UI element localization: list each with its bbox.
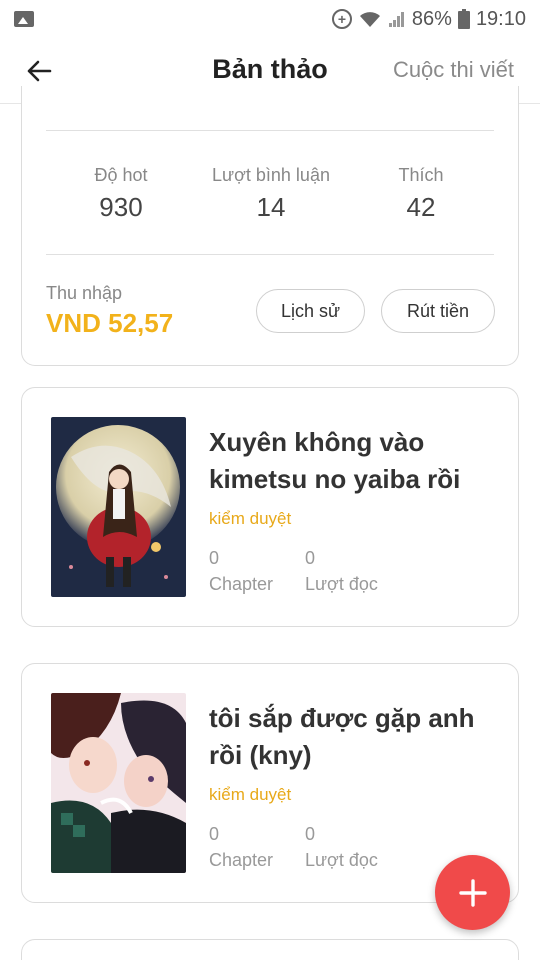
comments-value: 14 — [256, 192, 286, 222]
withdraw-button[interactable]: Rút tiền — [381, 289, 495, 333]
hot-stat: Độ hot 930 — [41, 165, 201, 223]
story-card[interactable]: Xuyên không vào kimetsu no yaiba rồi kiể… — [21, 387, 519, 627]
stats-card: Độ hot 930 Lượt bình luận 14 Thích 42 Th… — [21, 86, 519, 366]
wifi-icon — [358, 10, 382, 28]
likes-label: Thích — [398, 165, 444, 185]
divider — [46, 254, 494, 255]
chapter-label: Chapter — [209, 850, 274, 870]
add-story-button[interactable] — [435, 855, 510, 930]
story-status: kiểm duyệt — [209, 785, 292, 804]
story-cover — [51, 417, 186, 597]
income-value: VND 52,57 — [46, 308, 174, 338]
likes-stat: Thích 42 — [341, 165, 501, 223]
read-value: 0 — [305, 548, 316, 568]
status-bar: + 86% 19:10 — [0, 0, 540, 38]
signal-icon — [388, 10, 406, 28]
hot-label: Độ hot — [94, 165, 148, 185]
story-title[interactable]: tôi sắp được gặp anh rồi (kny) — [209, 700, 499, 774]
battery-percent: 86% — [411, 7, 452, 30]
read-value: 0 — [305, 824, 316, 844]
divider — [46, 130, 494, 131]
story-cover — [51, 693, 186, 873]
read-label: Lượt đọc — [305, 850, 378, 870]
likes-value: 42 — [406, 192, 436, 222]
chapter-value: 0 — [209, 824, 220, 844]
chapter-count: 0 Chapter — [209, 821, 273, 873]
plus-icon — [458, 878, 487, 907]
contest-link[interactable]: Cuộc thi viết — [393, 57, 514, 83]
hot-value: 930 — [99, 192, 143, 222]
story-card[interactable] — [21, 939, 519, 960]
comments-stat: Lượt bình luận 14 — [191, 165, 351, 223]
battery-icon — [457, 9, 470, 29]
income-label: Thu nhập — [46, 283, 123, 303]
chapter-count: 0 Chapter — [209, 545, 273, 597]
clock: 19:10 — [475, 7, 526, 30]
history-button[interactable]: Lịch sử — [256, 289, 365, 333]
story-title[interactable]: Xuyên không vào kimetsu no yaiba rồi — [209, 424, 499, 498]
chapter-label: Chapter — [209, 574, 274, 594]
read-label: Lượt đọc — [305, 574, 378, 594]
read-count: 0 Lượt đọc — [305, 821, 378, 873]
story-status: kiểm duyệt — [209, 509, 292, 528]
data-saver-icon: + — [331, 9, 352, 29]
comments-label: Lượt bình luận — [212, 165, 330, 185]
gallery-icon — [14, 11, 34, 27]
chapter-value: 0 — [209, 548, 220, 568]
read-count: 0 Lượt đọc — [305, 545, 378, 597]
